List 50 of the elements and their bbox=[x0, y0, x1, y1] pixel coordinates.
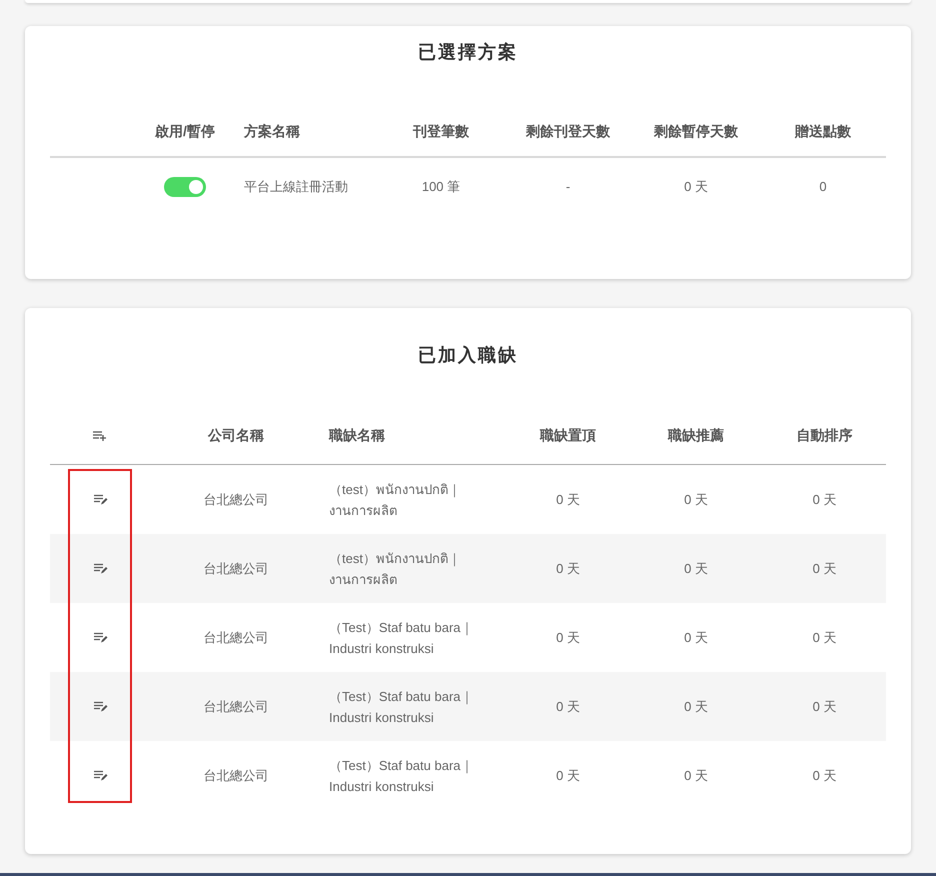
table-cell-text: 台北總公司 bbox=[204, 766, 268, 785]
table-cell-text: 0 天 bbox=[812, 560, 836, 578]
table-cell-text: 台北總公司 bbox=[204, 560, 268, 578]
table-cell-text: 0 bbox=[819, 178, 827, 196]
table-cell-text: 0 天 bbox=[684, 628, 708, 647]
column-header: 剩餘刊登天數 bbox=[526, 122, 610, 140]
column-header: 啟用/暫停 bbox=[155, 122, 215, 140]
column-header: 職缺推薦 bbox=[668, 426, 724, 445]
add-list-icon[interactable] bbox=[92, 430, 108, 442]
card-title: 已加入職缺 bbox=[417, 344, 519, 367]
table-cell-text: - bbox=[566, 178, 570, 196]
column-header: 方案名稱 bbox=[244, 122, 300, 140]
table-cell-text: 0 天 bbox=[812, 628, 836, 647]
table-cell-text: 0 天 bbox=[684, 490, 708, 509]
column-header: 刊登筆數 bbox=[413, 122, 469, 140]
table-cell-text: （test）พนักงานปกติ｜ งานการผลิต bbox=[329, 480, 461, 520]
edit-icon[interactable] bbox=[92, 701, 108, 712]
column-header: 職缺名稱 bbox=[329, 426, 385, 445]
card-title: 已選擇方案 bbox=[417, 41, 519, 64]
table-cell-text: 台北總公司 bbox=[204, 490, 268, 509]
column-header: 剩餘暫停天數 bbox=[654, 122, 738, 140]
edit-icon[interactable] bbox=[92, 632, 108, 643]
edit-icon[interactable] bbox=[92, 770, 108, 781]
table-cell-text: 平台上線註冊活動 bbox=[244, 178, 348, 196]
table-cell-text: 0 天 bbox=[556, 766, 580, 785]
table-cell-text: 0 天 bbox=[556, 698, 580, 716]
table-cell-text: 0 天 bbox=[684, 766, 708, 785]
table-cell-text: 台北總公司 bbox=[204, 698, 268, 716]
table-cell-text: 100 筆 bbox=[422, 178, 460, 196]
toggle-switch[interactable] bbox=[164, 177, 206, 197]
table-cell-text: 0 天 bbox=[684, 560, 708, 578]
table-cell-text: 0 天 bbox=[812, 490, 836, 509]
edit-icon[interactable] bbox=[92, 563, 108, 574]
table-cell-text: 0 天 bbox=[556, 628, 580, 647]
table-cell-text: （test）พนักงานปกติ｜ งานการผลิต bbox=[329, 550, 461, 588]
edit-icon[interactable] bbox=[92, 494, 108, 505]
table-cell-text: 台北總公司 bbox=[204, 628, 268, 647]
column-header: 贈送點數 bbox=[795, 122, 851, 140]
table-cell-text: 0 天 bbox=[812, 698, 836, 716]
column-header: 自動排序 bbox=[796, 426, 852, 445]
table-cell-text: （Test）Staf batu bara｜ Industri konstruksi bbox=[329, 688, 474, 726]
table-cell-text: （Test）Staf batu bara｜ Industri konstruksi bbox=[329, 618, 474, 658]
table-cell-text: 0 天 bbox=[684, 178, 708, 196]
column-header: 職缺置頂 bbox=[540, 426, 596, 445]
table-cell-text: 0 天 bbox=[812, 766, 836, 785]
table-cell-text: （Test）Staf batu bara｜ Industri konstruksi bbox=[329, 756, 474, 796]
table-cell-text: 0 天 bbox=[556, 560, 580, 578]
column-header: 公司名稱 bbox=[208, 426, 264, 445]
table-cell-text: 0 天 bbox=[684, 698, 708, 716]
table-cell-text: 0 天 bbox=[556, 490, 580, 509]
